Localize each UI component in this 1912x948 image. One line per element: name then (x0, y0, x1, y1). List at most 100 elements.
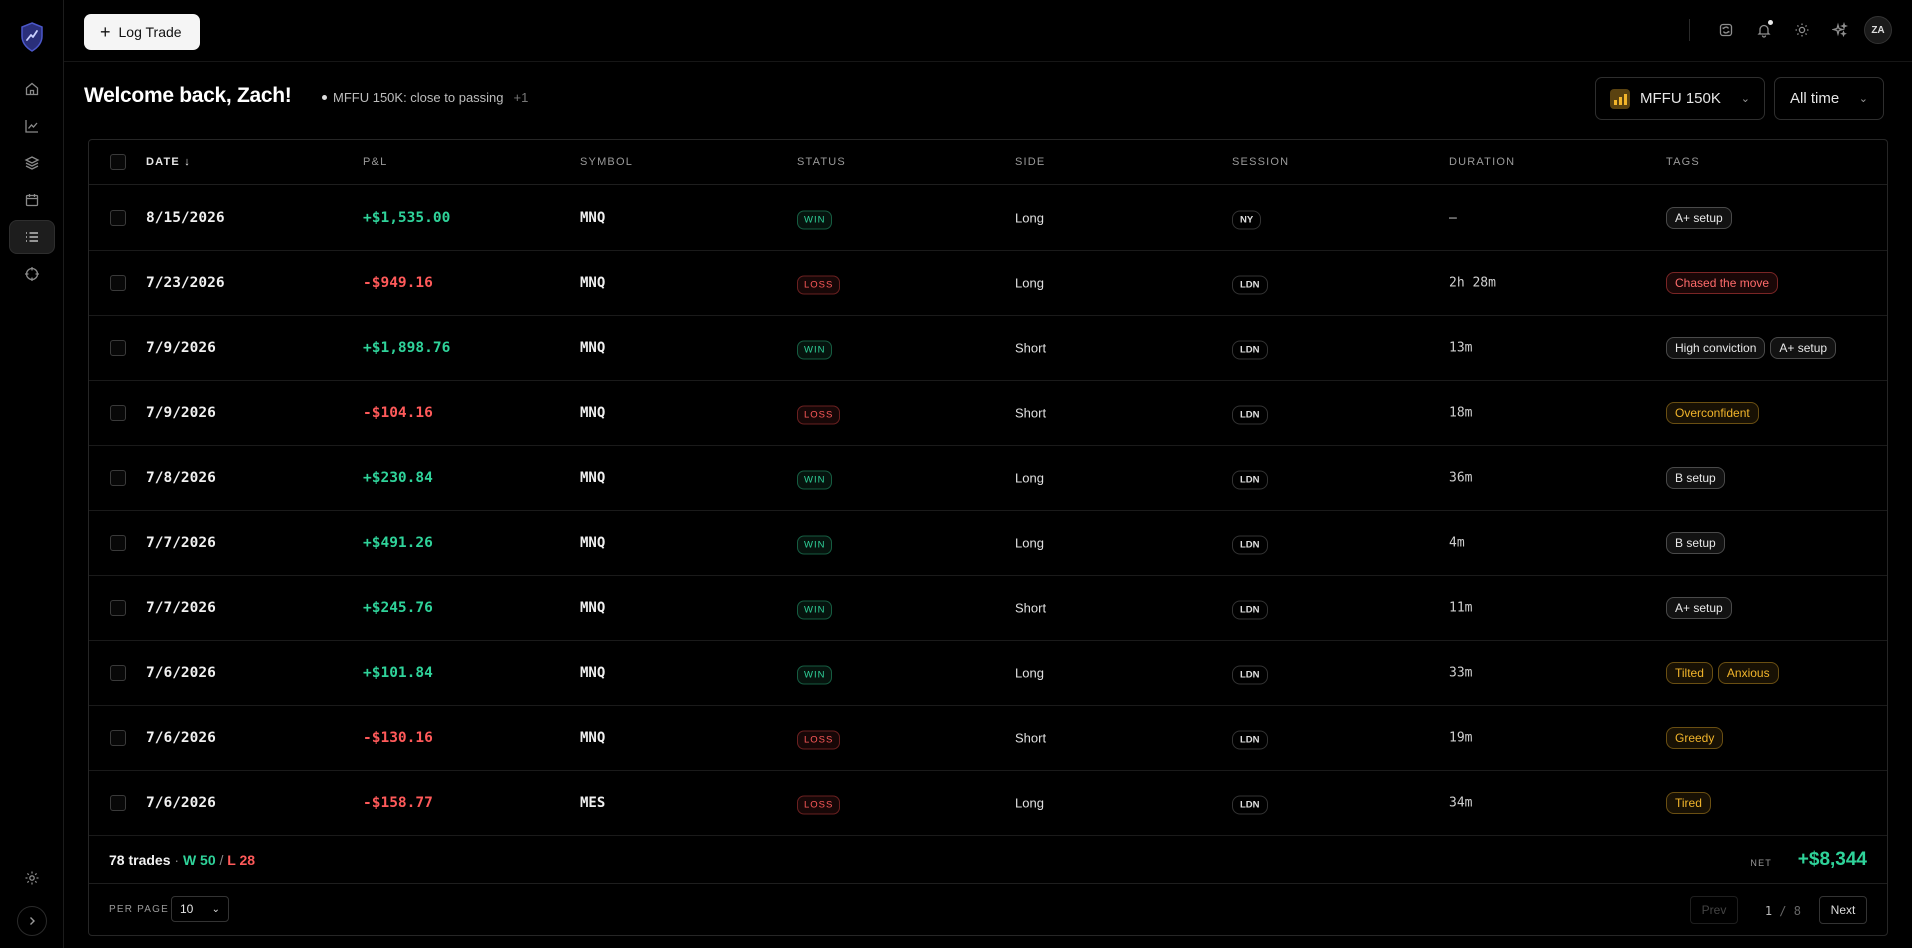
table-row[interactable]: 7/23/2026 -$949.16 MNQ LOSS Long LDN 2h 28m Cha… (89, 251, 1887, 316)
layers-icon (24, 156, 40, 170)
table-row[interactable]: 7/9/2026 -$104.16 MNQ LOSS Short LDN 18m Overco… (89, 381, 1887, 446)
trade-date: 7/9/2026 (146, 405, 216, 421)
column-duration[interactable]: Duration (1449, 156, 1515, 168)
trade-session: LDN (1232, 730, 1268, 750)
date-range-select[interactable]: All time ⌄ (1774, 77, 1884, 120)
trade-tags: Greedy (1666, 727, 1724, 749)
nav-trades[interactable] (9, 220, 55, 254)
next-page-button[interactable]: Next (1819, 896, 1867, 924)
tag-chip[interactable]: Chased the move (1666, 272, 1779, 294)
table-row[interactable]: 7/6/2026 -$130.16 MNQ LOSS Short LDN 19m Greedy (89, 706, 1887, 771)
trade-tags: Chased the move (1666, 272, 1779, 294)
session-badge: LDN (1232, 470, 1268, 490)
table-row[interactable]: 7/6/2026 +$101.84 MNQ WIN Long LDN 33m Tilted An… (89, 641, 1887, 706)
tag-chip[interactable]: Tilted (1666, 662, 1713, 684)
trade-side: Short (1015, 340, 1047, 356)
sparkles-icon (1832, 22, 1848, 38)
row-checkbox[interactable] (110, 600, 126, 616)
account-status[interactable]: MFFU 150K: close to passing +1 (322, 90, 528, 105)
column-tags[interactable]: Tags (1666, 156, 1700, 168)
column-session[interactable]: Session (1232, 156, 1289, 168)
trade-side: Short (1015, 730, 1047, 746)
shield-logo-icon[interactable] (20, 22, 44, 52)
avatar[interactable]: ZA (1864, 16, 1892, 44)
tag-chip[interactable]: A+ setup (1770, 337, 1837, 359)
row-checkbox[interactable] (110, 730, 126, 746)
nav-analytics[interactable] (9, 109, 55, 143)
table-row[interactable]: 7/8/2026 +$230.84 MNQ WIN Long LDN 36m B setup (89, 446, 1887, 511)
trade-date: 7/23/2026 (146, 275, 225, 291)
summary-dot: · (174, 852, 180, 868)
trade-status: LOSS (797, 730, 841, 750)
column-status[interactable]: Status (797, 156, 846, 168)
net-label: NET (1750, 858, 1772, 868)
table-row[interactable]: 7/6/2026 -$158.77 MES LOSS Long LDN 34m Tired (89, 771, 1887, 836)
column-date[interactable]: Date ↓ (146, 156, 191, 168)
sidebar (0, 0, 64, 948)
trade-duration: 34m (1449, 795, 1473, 811)
row-checkbox[interactable] (110, 535, 126, 551)
select-all-checkbox[interactable] (110, 154, 126, 170)
nav-accounts[interactable] (9, 146, 55, 180)
ai-assistant-button[interactable] (1826, 16, 1854, 44)
trade-side: Short (1015, 405, 1047, 421)
per-page-select[interactable]: 10 ⌄ (171, 896, 229, 922)
row-checkbox[interactable] (110, 665, 126, 681)
theme-toggle-button[interactable] (1788, 16, 1816, 44)
row-checkbox[interactable] (110, 405, 126, 421)
tag-chip[interactable]: Tired (1666, 792, 1711, 814)
tag-chip[interactable]: Overconfident (1666, 402, 1759, 424)
table-row[interactable]: 7/7/2026 +$491.26 MNQ WIN Long LDN 4m B setup (89, 511, 1887, 576)
trade-date: 8/15/2026 (146, 210, 225, 226)
trade-symbol: MNQ (580, 210, 606, 226)
row-checkbox[interactable] (110, 340, 126, 356)
nav-calendar[interactable] (9, 183, 55, 217)
tag-chip[interactable]: B setup (1666, 467, 1725, 489)
trade-duration: 33m (1449, 665, 1473, 681)
table-row[interactable]: 7/7/2026 +$245.76 MNQ WIN Short LDN 11m A+ setu… (89, 576, 1887, 641)
trade-side: Short (1015, 600, 1047, 616)
column-pnl[interactable]: P&L (363, 156, 387, 168)
tag-chip[interactable]: A+ setup (1666, 207, 1732, 229)
nav-targets[interactable] (9, 257, 55, 291)
nav-settings[interactable] (9, 861, 55, 895)
row-checkbox[interactable] (110, 795, 126, 811)
notification-dot (1768, 20, 1773, 25)
status-badge: LOSS (797, 405, 841, 425)
table-row[interactable]: 8/15/2026 +$1,535.00 MNQ WIN Long NY — A+ setup (89, 186, 1887, 251)
account-status-more: +1 (513, 90, 529, 105)
session-badge: LDN (1232, 665, 1268, 685)
trade-tags: B setup (1666, 532, 1725, 554)
arrow-down-icon: ↓ (184, 156, 191, 168)
column-side[interactable]: Side (1015, 156, 1045, 168)
log-trade-button[interactable]: + Log Trade (84, 14, 200, 50)
status-badge: WIN (797, 470, 833, 490)
account-select[interactable]: MFFU 150K ⌄ (1595, 77, 1765, 120)
trade-duration: 18m (1449, 405, 1473, 421)
trade-symbol: MNQ (580, 730, 606, 746)
table-row[interactable]: 7/9/2026 +$1,898.76 MNQ WIN Short LDN 13m High … (89, 316, 1887, 381)
sidebar-expand-button[interactable] (17, 906, 47, 936)
nav-home[interactable] (9, 72, 55, 106)
prev-page-button[interactable]: Prev (1690, 896, 1738, 924)
session-badge: LDN (1232, 535, 1268, 555)
row-checkbox[interactable] (110, 210, 126, 226)
date-range-value: All time (1790, 90, 1840, 107)
session-badge: LDN (1232, 405, 1268, 425)
pagination: PER PAGE 10 ⌄ Prev 1 / 8 Next (89, 884, 1887, 935)
tag-chip[interactable]: High conviction (1666, 337, 1766, 359)
notifications-button[interactable] (1750, 16, 1778, 44)
refresh-button[interactable] (1712, 16, 1740, 44)
tag-chip[interactable]: Anxious (1717, 662, 1779, 684)
page-separator: / (1779, 904, 1787, 918)
tag-chip[interactable]: Greedy (1666, 727, 1724, 749)
tag-chip[interactable]: A+ setup (1666, 597, 1732, 619)
tag-chip[interactable]: B setup (1666, 532, 1725, 554)
trade-pnl: +$491.26 (363, 535, 433, 551)
chevron-down-icon: ⌄ (211, 903, 220, 915)
column-symbol[interactable]: Symbol (580, 156, 633, 168)
row-checkbox[interactable] (110, 275, 126, 291)
row-checkbox[interactable] (110, 470, 126, 486)
trade-symbol: MNQ (580, 405, 606, 421)
trade-status: WIN (797, 210, 833, 230)
